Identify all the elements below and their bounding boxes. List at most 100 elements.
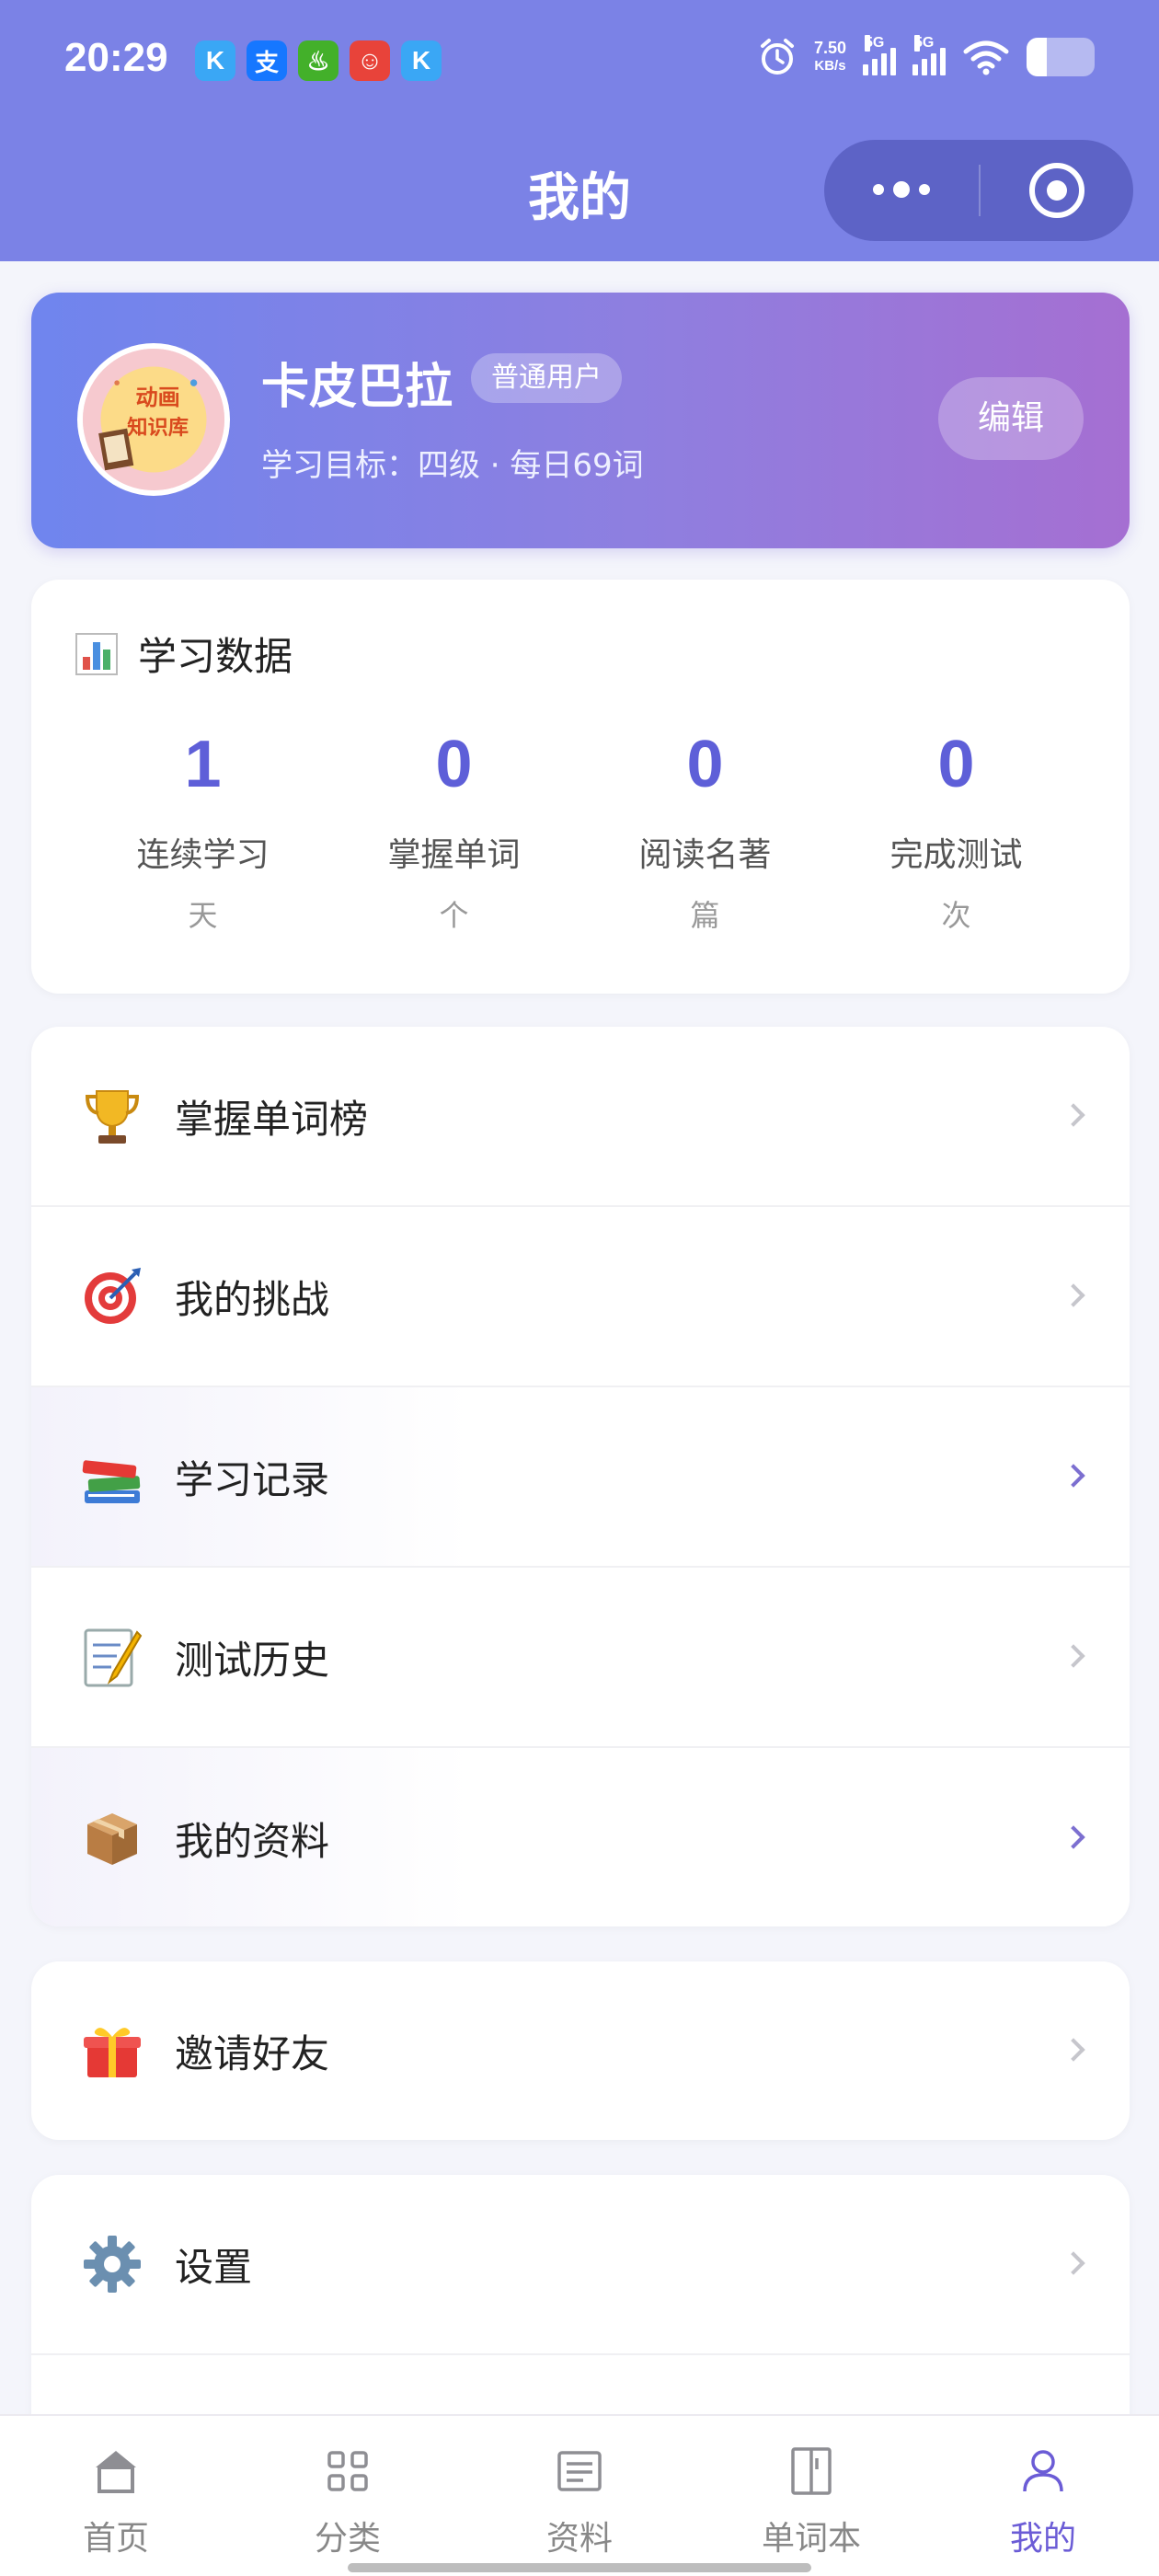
alarm-icon [760,39,794,75]
tab-wordbook[interactable]: 单词本 [695,2416,927,2576]
menu-item-my-challenge[interactable]: 我的挑战 [31,1207,1130,1387]
menu-item-label: 掌握单词榜 [175,1096,369,1142]
learning-stats-card: 学习数据 1 连续学习 天 0 掌握单词 个 0 阅读名著 篇 0 完成测试 次 [31,580,1130,994]
avatar[interactable]: 动画 知识库 [77,343,230,496]
menu-item-label: 我的挑战 [175,1276,330,1322]
document-icon [557,2451,602,2491]
stat-unit: 篇 [690,898,720,933]
signal-1-type: 5G [865,35,885,52]
miniprogram-capsule [824,140,1133,241]
record-icon [1029,163,1084,218]
bar-chart-icon [75,632,118,675]
more-icon[interactable] [824,180,979,198]
menu-item-my-materials[interactable]: 我的资料 [31,1748,1130,1926]
stat-label: 完成测试 [889,836,1023,874]
stat-label: 连续学习 [136,836,270,874]
kuaishou-icon-2: K [401,40,442,81]
status-time: 20:29 [64,35,168,80]
stat-unit: 天 [188,898,218,933]
stat-tests-completed: 0 完成测试 次 [831,727,1082,935]
user-level-badge: 普通用户 [471,353,622,403]
home-indicator[interactable] [348,2563,811,2572]
status-bar: 20:29 K 支 ♨ ☺ K 7.50 KB/s 5G 5G [0,28,1159,101]
books-icon [75,1440,149,1513]
edit-profile-button[interactable]: 编辑 [938,377,1084,460]
chevron-right-icon [1061,1103,1085,1127]
stat-label: 阅读名著 [638,836,772,874]
learning-goal: 学习目标：四级 · 每日69词 [261,447,644,484]
stats-title: 学习数据 [75,626,293,682]
package-icon [75,1801,149,1875]
chevron-right-icon [1061,1464,1085,1488]
trophy-icon [75,1079,149,1153]
chevron-right-icon [1061,1644,1085,1668]
avatar-text-1: 动画 [136,385,180,410]
grid-icon [327,2451,368,2491]
user-icon [1023,2450,1063,2492]
stat-value: 0 [435,728,473,801]
app-green-icon: ♨ [298,40,339,81]
tab-home[interactable]: 首页 [0,2416,232,2576]
stat-label: 掌握单词 [387,836,521,874]
bottom-tab-bar: 首页 分类 资料 单词本 我的 [0,2414,1159,2576]
avatar-image: 动画 知识库 [83,349,224,490]
menu-item-word-ranking[interactable]: 掌握单词榜 [31,1027,1130,1207]
stat-value: 0 [686,728,724,801]
menu-item-test-history[interactable]: 测试历史 [31,1568,1130,1748]
home-icon [96,2451,136,2493]
battery-icon [1027,38,1095,76]
menu-item-label: 测试历史 [175,1637,330,1683]
avatar-text-2: 知识库 [127,415,189,440]
close-miniprogram-button[interactable] [981,163,1133,218]
gear-icon [75,2227,149,2301]
net-speed: 7.50 KB/s [814,39,846,75]
target-icon [75,1259,149,1333]
chevron-right-icon [1061,1825,1085,1849]
notification-icons: K 支 ♨ ☺ K [195,40,442,81]
signal-2-type: 5G [914,35,935,52]
memo-icon [75,1620,149,1694]
stat-words-mastered: 0 掌握单词 个 [328,727,580,935]
settings-card: 设置 [31,2175,1130,2451]
invite-card: 邀请好友 [31,1961,1130,2140]
chevron-right-icon [1061,2038,1085,2062]
net-speed-value: 7.50 [813,39,846,57]
menu-divider [31,2353,1130,2355]
app-red-icon: ☺ [350,40,390,81]
tab-label: 首页 [82,2520,149,2558]
tab-materials[interactable]: 资料 [464,2416,695,2576]
menu-item-settings[interactable]: 设置 [31,2175,1130,2353]
signal-icon-2: 5G [912,35,946,75]
signal-icon: 5G [863,35,896,75]
chevron-right-icon [1061,2251,1085,2275]
menu-item-label: 设置 [175,2244,253,2290]
tab-label: 分类 [314,2520,381,2558]
chevron-right-icon [1061,1283,1085,1307]
menu-item-invite-friends[interactable]: 邀请好友 [31,1961,1130,2140]
gift-icon [75,2014,149,2087]
menu-card: 掌握单词榜 我的挑战 学习记录 测试历史 我的资料 [31,1027,1130,1926]
stats-row: 1 连续学习 天 0 掌握单词 个 0 阅读名著 篇 0 完成测试 次 [31,727,1130,935]
stat-value: 0 [937,728,975,801]
wifi-icon [963,40,1009,75]
stat-unit: 个 [439,898,469,933]
tab-label: 我的 [1009,2520,1076,2558]
net-speed-unit: KB/s [814,58,846,74]
tab-label: 单词本 [761,2520,861,2558]
stats-title-text: 学习数据 [138,634,293,679]
menu-item-label: 学习记录 [175,1456,330,1502]
stat-value: 1 [184,728,222,801]
username: 卡皮巴拉 [261,360,453,415]
menu-item-label: 邀请好友 [175,2030,330,2076]
tab-mine[interactable]: 我的 [927,2416,1159,2576]
alipay-icon: 支 [247,40,287,81]
tab-category[interactable]: 分类 [232,2416,464,2576]
profile-card: 动画 知识库 卡皮巴拉 普通用户 学习目标：四级 · 每日69词 编辑 [31,293,1130,548]
system-icons: 7.50 KB/s 5G 5G [757,35,1095,77]
stat-classics-read: 0 阅读名著 篇 [580,727,831,935]
book-icon [791,2447,832,2495]
menu-item-study-records[interactable]: 学习记录 [31,1387,1130,1568]
header: 20:29 K 支 ♨ ☺ K 7.50 KB/s 5G 5G 我的 [0,0,1159,261]
kuaishou-icon: K [195,40,235,81]
stat-unit: 次 [941,898,971,933]
